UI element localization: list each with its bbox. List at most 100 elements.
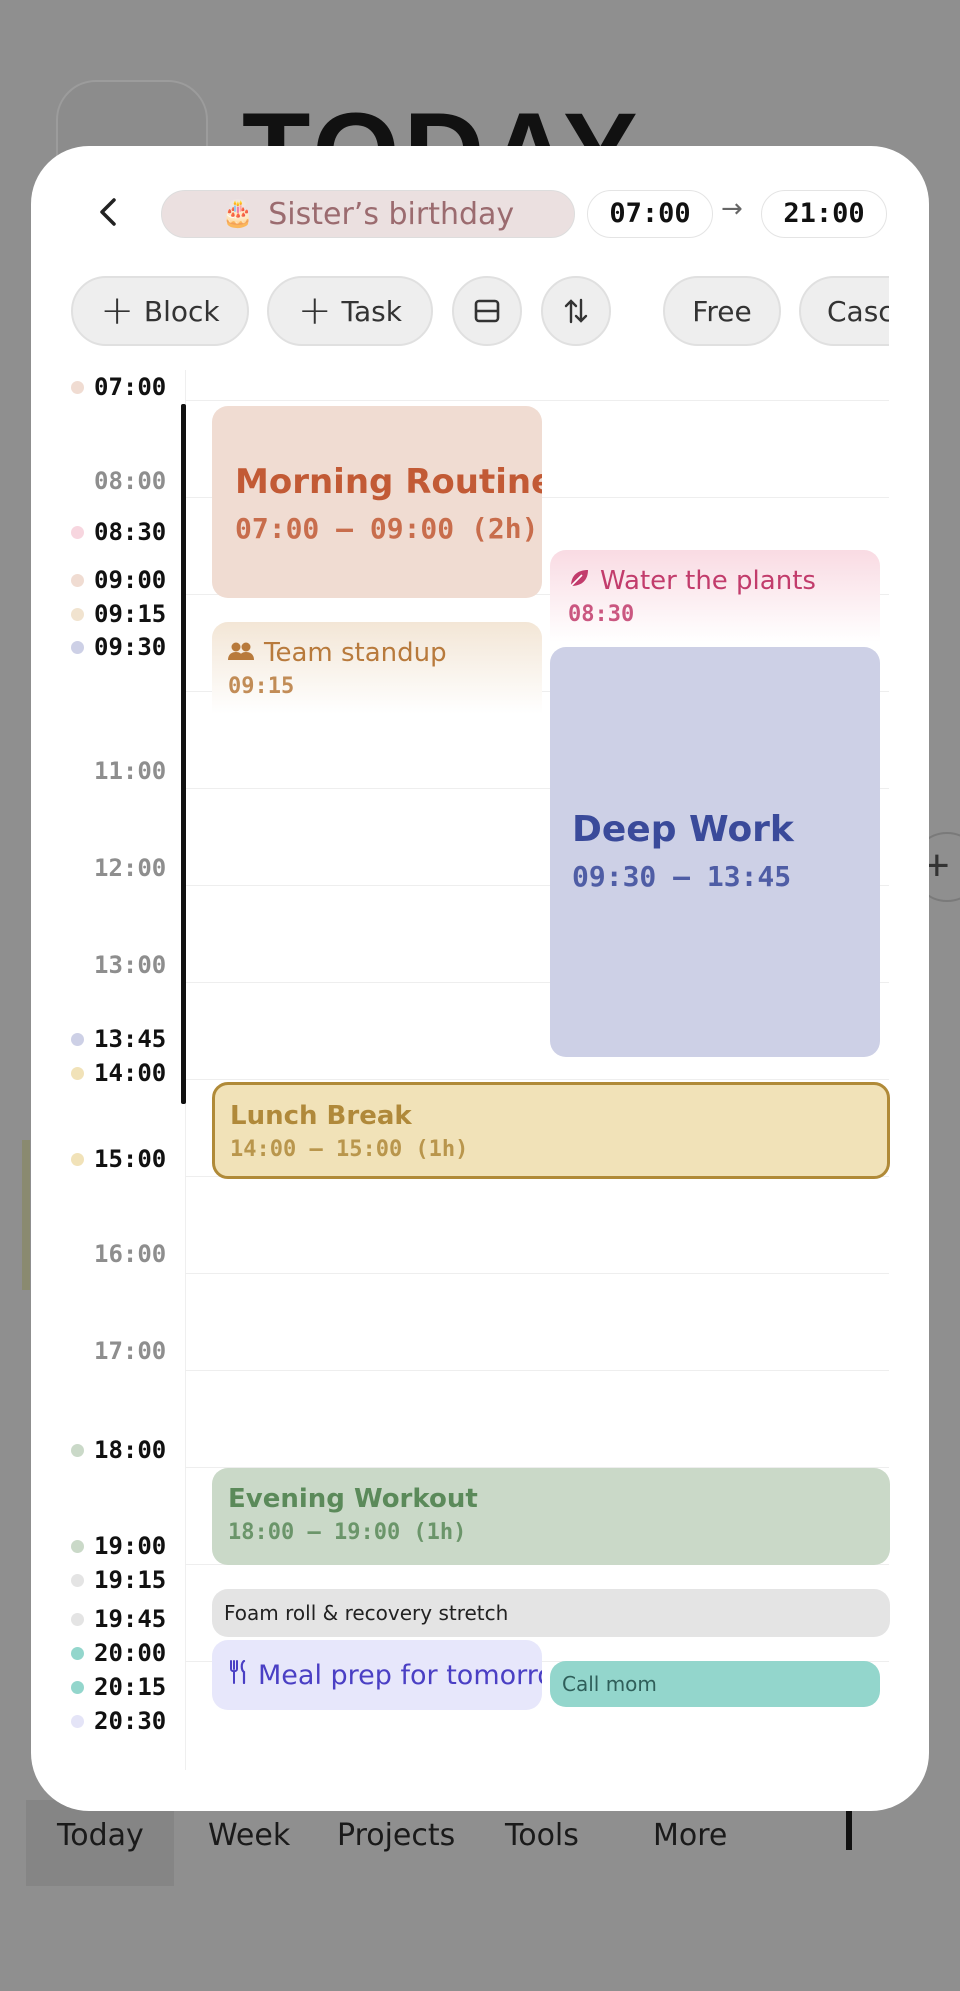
event-lunch-break[interactable]: Lunch Break 14:00 – 15:00 (1h) — [212, 1082, 890, 1179]
add-task-label: Task — [341, 294, 402, 328]
tick-label: 20:30 — [94, 1707, 167, 1735]
tick-label: 13:00 — [94, 951, 167, 979]
tick-label: 15:00 — [94, 1145, 167, 1173]
tick-dot — [71, 1612, 84, 1626]
tick-dot — [71, 525, 84, 539]
fork-knife-icon — [228, 1659, 248, 1691]
tick-dot — [71, 1152, 84, 1166]
time-tick: 09:15 — [71, 599, 166, 629]
tick-label: 07:00 — [94, 373, 167, 401]
tick-label: 09:00 — [94, 566, 167, 594]
time-tick: 20:15 — [71, 1672, 166, 1702]
add-block-label: Block — [143, 294, 220, 328]
day-detail-modal: 🎂 Sister’s birthday 07:00 → 21:00 + Bloc… — [31, 146, 929, 1811]
tab-projects: Projects — [337, 1818, 456, 1853]
end-time-field[interactable]: 21:00 — [761, 190, 887, 238]
tick-label: 19:45 — [94, 1605, 167, 1633]
tick-dot — [71, 573, 84, 587]
tick-dot — [71, 1539, 84, 1553]
event-title: Foam roll & recovery stretch — [224, 1601, 509, 1625]
tick-label: 19:15 — [94, 1566, 167, 1594]
event-title: Team standup — [264, 638, 447, 668]
hour-gridline — [185, 1079, 889, 1080]
tick-dot — [71, 1680, 84, 1694]
tick-label: 09:30 — [94, 633, 167, 661]
event-meal-prep[interactable]: Meal prep for tomorrow — [212, 1640, 542, 1710]
time-tick: 17:00 — [71, 1336, 166, 1366]
time-tick: 16:00 — [71, 1239, 166, 1269]
event-team-standup[interactable]: Team standup 09:15 — [212, 622, 542, 714]
time-tick: 09:30 — [71, 632, 166, 662]
tick-dot — [71, 1714, 84, 1728]
leaf-icon — [568, 566, 590, 596]
event-morning-routine[interactable]: Morning Routine 07:00 – 09:00 (2h) — [212, 406, 542, 598]
time-tick: 19:15 — [71, 1565, 166, 1595]
tick-label: 12:00 — [94, 854, 167, 882]
event-title: Call mom — [562, 1672, 657, 1696]
cascade-button[interactable]: Cascade — [799, 276, 889, 346]
event-title: Evening Workout — [228, 1484, 478, 1514]
event-title: Meal prep for tomorrow — [258, 1659, 542, 1691]
time-tick: 11:00 — [71, 756, 166, 786]
time-tick: 08:00 — [71, 466, 166, 496]
event-title: Morning Routine — [235, 462, 542, 502]
tick-label: 20:00 — [94, 1639, 167, 1667]
plus-icon: + — [100, 288, 134, 334]
tick-dot — [71, 1573, 84, 1587]
event-deep-work[interactable]: Deep Work 09:30 – 13:45 — [550, 647, 880, 1057]
event-evening-workout[interactable]: Evening Workout 18:00 – 19:00 (1h) — [212, 1468, 890, 1565]
tick-dot — [71, 1066, 84, 1080]
tick-label: 08:00 — [94, 467, 167, 495]
tab-tools: Tools — [505, 1818, 579, 1853]
cake-icon: 🎂 — [221, 199, 255, 229]
tick-dot — [71, 640, 84, 654]
free-button[interactable]: Free — [663, 276, 781, 346]
event-title: Water the plants — [600, 566, 816, 596]
tick-dot — [71, 1443, 84, 1457]
tick-label: 09:15 — [94, 600, 167, 628]
tick-label: 11:00 — [94, 757, 167, 785]
event-time: 18:00 – 19:00 (1h) — [228, 1520, 467, 1545]
time-tick: 19:45 — [71, 1604, 166, 1634]
day-title-pill[interactable]: 🎂 Sister’s birthday — [161, 190, 575, 238]
current-span-bar — [181, 404, 186, 1104]
event-time: 14:00 – 15:00 (1h) — [230, 1137, 469, 1162]
event-title: Lunch Break — [230, 1101, 412, 1131]
day-timeline: 07:00 08:00 08:30 09:00 09:15 09:30 11:0… — [31, 370, 929, 1770]
chevron-left-icon[interactable] — [89, 192, 129, 232]
plus-icon: + — [298, 288, 332, 334]
sort-arrows-icon[interactable] — [541, 276, 611, 346]
tick-label: 20:15 — [94, 1673, 167, 1701]
event-water-plants[interactable]: Water the plants 08:30 — [550, 550, 880, 642]
background-sidebar-strip — [22, 1140, 30, 1290]
tick-label: 17:00 — [94, 1337, 167, 1365]
time-tick: 14:00 — [71, 1058, 166, 1088]
event-foam-roll[interactable]: Foam roll & recovery stretch — [212, 1589, 890, 1637]
time-tick: 09:00 — [71, 565, 166, 595]
event-time: 08:30 — [568, 602, 635, 627]
hour-gridline — [185, 1370, 889, 1371]
start-time-field[interactable]: 07:00 — [587, 190, 713, 238]
time-tick: 20:30 — [71, 1706, 166, 1736]
time-tick: 15:00 — [71, 1144, 166, 1174]
event-call-mom[interactable]: Call mom — [550, 1661, 880, 1707]
tick-dot — [71, 1646, 84, 1660]
tab-today: Today — [57, 1818, 144, 1853]
tick-dot — [71, 1032, 84, 1046]
arrow-right-icon: → — [721, 194, 743, 224]
people-icon — [228, 638, 254, 668]
add-block-button[interactable]: + Block — [71, 276, 249, 346]
tick-label: 16:00 — [94, 1240, 167, 1268]
event-time: 09:15 — [228, 674, 295, 699]
time-tick: 12:00 — [71, 853, 166, 883]
time-tick: 20:00 — [71, 1638, 166, 1668]
time-tick: 19:00 — [71, 1531, 166, 1561]
day-title: Sister’s birthday — [268, 196, 515, 232]
hour-gridline — [185, 400, 889, 401]
tab-week: Week — [208, 1818, 291, 1853]
time-tick: 18:00 — [71, 1435, 166, 1465]
split-view-icon[interactable] — [452, 276, 522, 346]
time-tick: 13:00 — [71, 950, 166, 980]
add-task-button[interactable]: + Task — [267, 276, 433, 346]
tick-label: 13:45 — [94, 1025, 167, 1053]
